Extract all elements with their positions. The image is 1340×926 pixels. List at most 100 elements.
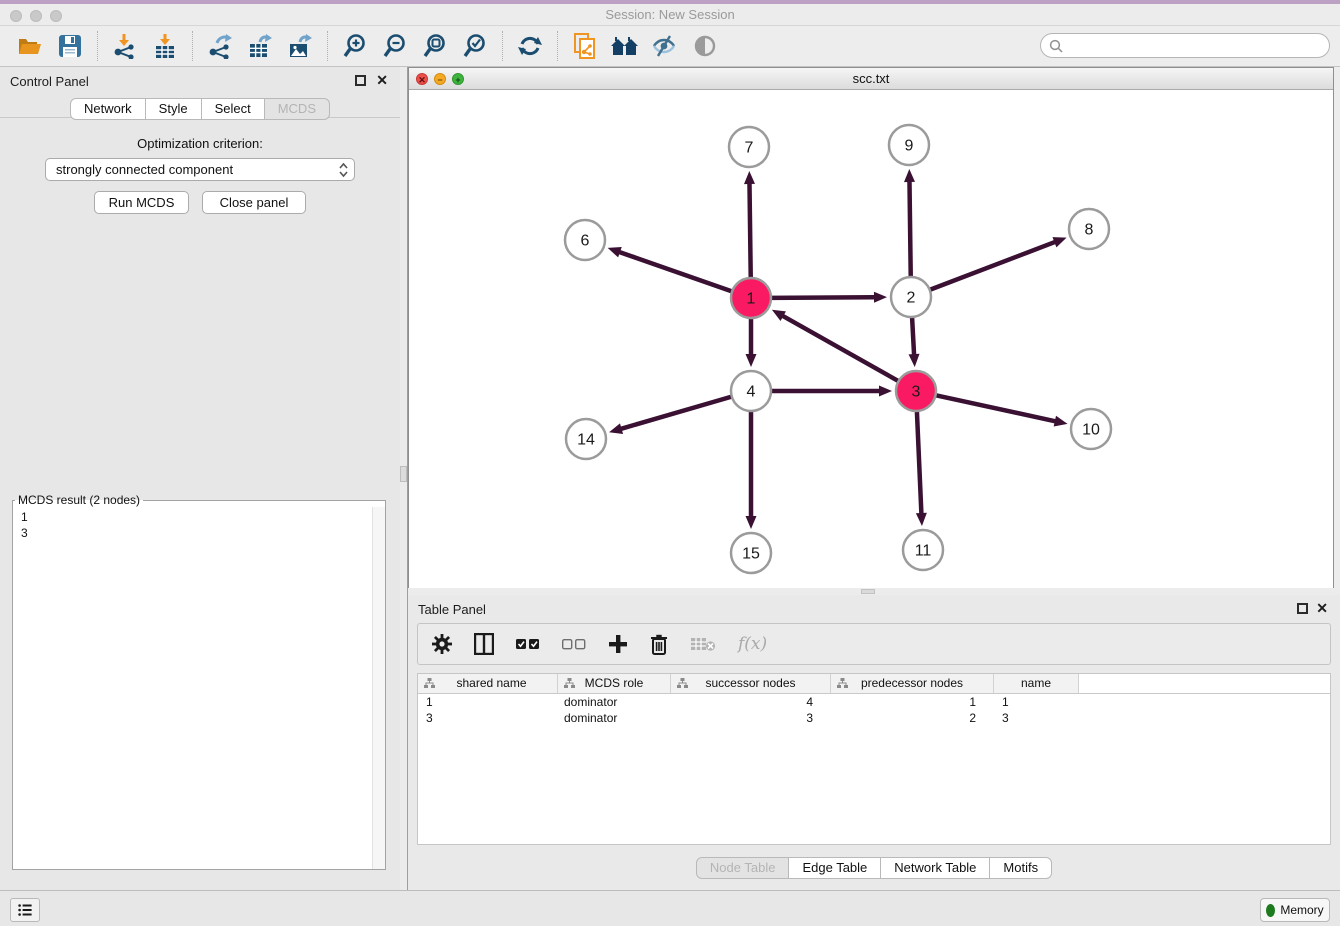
column-header-predecessor-nodes[interactable]: predecessor nodes (831, 674, 994, 693)
export-network-button[interactable] (205, 31, 235, 61)
edge-3-11[interactable] (916, 412, 927, 526)
edge-3-1[interactable] (772, 310, 898, 381)
result-scrollbar[interactable] (372, 507, 385, 869)
select-all-button[interactable] (516, 631, 540, 657)
edge-1-2[interactable] (772, 292, 887, 303)
node-11[interactable]: 11 (903, 530, 943, 570)
tab-edge-table[interactable]: Edge Table (789, 857, 881, 879)
splitter-handle[interactable] (400, 466, 407, 482)
tab-mcds[interactable]: MCDS (265, 98, 330, 120)
node-7[interactable]: 7 (729, 127, 769, 167)
delete-table-button[interactable] (690, 631, 716, 657)
edge-4-15[interactable] (746, 412, 757, 529)
tab-motifs[interactable]: Motifs (990, 857, 1052, 879)
run-mcds-button[interactable]: Run MCDS (94, 191, 189, 214)
node-10[interactable]: 10 (1071, 409, 1111, 449)
node-3[interactable]: 3 (896, 371, 936, 411)
zoom-fit-button[interactable] (420, 31, 450, 61)
svg-text:15: 15 (742, 546, 760, 563)
close-panel-icon[interactable]: ✕ (1316, 600, 1328, 616)
node-table: shared name MCDS role successor nodes pr… (417, 673, 1331, 845)
column-header-name[interactable]: name (994, 674, 1079, 693)
split-panel-button[interactable] (474, 631, 494, 657)
tab-style[interactable]: Style (146, 98, 202, 120)
first-neighbors-button[interactable] (610, 31, 640, 61)
column-header-shared-name[interactable]: shared name (418, 674, 558, 693)
column-header-mcds-role[interactable]: MCDS role (558, 674, 671, 693)
column-header-successor-nodes[interactable]: successor nodes (671, 674, 831, 693)
import-network-icon (112, 33, 138, 59)
svg-text:3: 3 (912, 384, 921, 401)
edge-2-3[interactable] (909, 318, 920, 367)
trash-icon (650, 634, 668, 655)
float-panel-icon[interactable] (355, 75, 366, 86)
edge-4-3[interactable] (772, 386, 892, 397)
tab-network[interactable]: Network (70, 98, 146, 120)
svg-text:9: 9 (905, 138, 914, 155)
control-panel-header: Control Panel ✕ (0, 67, 400, 95)
node-8[interactable]: 8 (1069, 209, 1109, 249)
node-6[interactable]: 6 (565, 220, 605, 260)
node-15[interactable]: 15 (731, 533, 771, 573)
clone-network-button[interactable] (570, 31, 600, 61)
memory-button[interactable]: Memory (1260, 898, 1330, 922)
close-panel-button[interactable]: Close panel (202, 191, 306, 214)
edge-2-8[interactable] (931, 237, 1067, 289)
hide-selected-button[interactable] (650, 31, 680, 61)
horizontal-splitter[interactable] (408, 588, 1334, 595)
close-panel-icon[interactable]: ✕ (376, 72, 388, 88)
open-session-button[interactable] (15, 31, 45, 61)
import-table-button[interactable] (150, 31, 180, 61)
search-input[interactable] (1068, 36, 1329, 56)
add-column-button[interactable] (608, 631, 628, 657)
tab-network-table[interactable]: Network Table (881, 857, 990, 879)
export-image-button[interactable] (285, 31, 315, 61)
deselect-all-button[interactable] (562, 631, 586, 657)
network-canvas-svg[interactable]: 7 9 6 8 1 2 4 3 14 10 15 11 (409, 90, 1333, 588)
edge-4-14[interactable] (609, 397, 731, 434)
edge-1-6[interactable] (608, 247, 732, 291)
close-window-button[interactable] (10, 10, 22, 22)
zoom-out-button[interactable] (380, 31, 410, 61)
apply-layout-button[interactable] (515, 31, 545, 61)
export-table-button[interactable] (245, 31, 275, 61)
mcds-result-area[interactable]: 1 3 (13, 507, 385, 869)
show-all-button[interactable] (690, 31, 720, 61)
table-row[interactable]: 3dominator323 (418, 710, 1330, 726)
zoom-window-button[interactable] (50, 10, 62, 22)
table-settings-button[interactable] (432, 631, 452, 657)
network-maximize-button[interactable]: + (452, 73, 464, 85)
vertical-splitter[interactable] (400, 67, 408, 890)
table-cell: 1 (418, 695, 558, 709)
node-9[interactable]: 9 (889, 125, 929, 165)
delete-column-button[interactable] (650, 631, 668, 657)
tab-node-table[interactable]: Node Table (696, 857, 790, 879)
edge-2-9[interactable] (904, 169, 915, 276)
zoom-in-button[interactable] (340, 31, 370, 61)
edge-1-4[interactable] (746, 319, 757, 367)
network-window-titlebar[interactable]: ✕ − + scc.txt (409, 68, 1333, 90)
edge-3-10[interactable] (937, 395, 1068, 426)
node-1[interactable]: 1 (731, 278, 771, 318)
edge-1-7[interactable] (744, 171, 755, 277)
toolbar-search[interactable] (1040, 33, 1330, 58)
open-folder-icon (17, 35, 43, 57)
network-minimize-button[interactable]: − (434, 73, 446, 85)
import-network-button[interactable] (110, 31, 140, 61)
table-row[interactable]: 1dominator411 (418, 694, 1330, 710)
control-panel: Control Panel ✕ Network Style Select MCD… (0, 67, 400, 890)
zoom-selected-button[interactable] (460, 31, 490, 61)
svg-text:7: 7 (745, 140, 754, 157)
node-2[interactable]: 2 (891, 277, 931, 317)
splitter-handle[interactable] (861, 589, 875, 594)
function-builder-button[interactable]: f(x) (738, 631, 767, 657)
task-history-button[interactable] (10, 898, 40, 922)
node-4[interactable]: 4 (731, 371, 771, 411)
float-panel-icon[interactable] (1297, 603, 1308, 614)
optimization-criterion-select[interactable]: strongly connected component (45, 158, 355, 181)
network-close-button[interactable]: ✕ (416, 73, 428, 85)
node-14[interactable]: 14 (566, 419, 606, 459)
minimize-window-button[interactable] (30, 10, 42, 22)
save-session-button[interactable] (55, 31, 85, 61)
tab-select[interactable]: Select (202, 98, 265, 120)
